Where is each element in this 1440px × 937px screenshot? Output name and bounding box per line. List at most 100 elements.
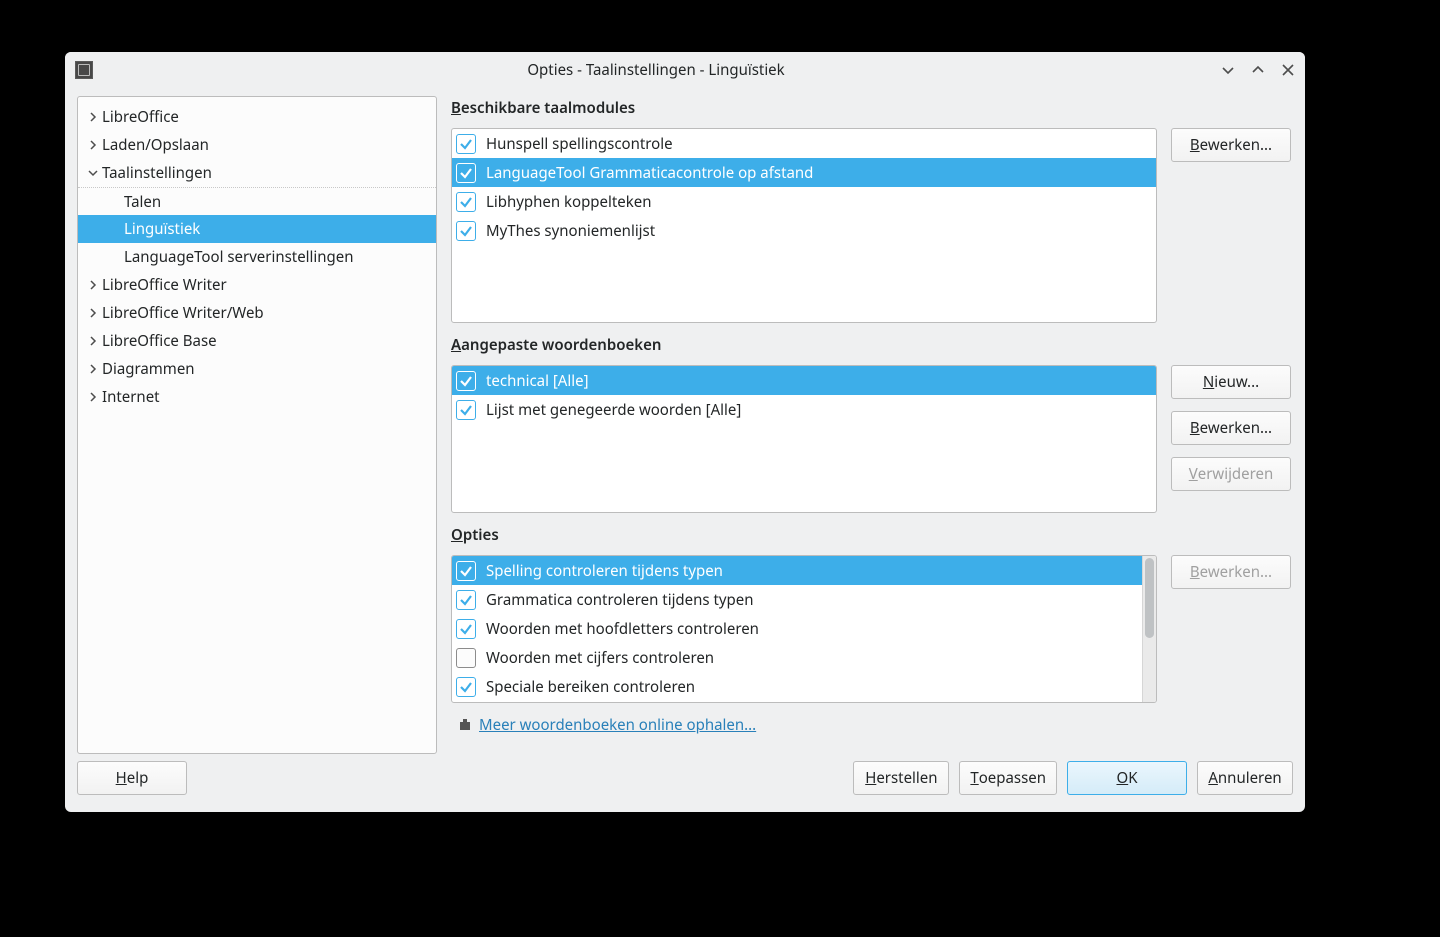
tree-item[interactable]: LibreOffice Base (78, 327, 436, 355)
section-modules: Hunspell spellingscontrole LanguageTool G… (451, 128, 1291, 323)
options-edit-button: Bewerken... (1171, 555, 1291, 589)
list-item-label: Spelling controleren tijdens typen (486, 561, 723, 581)
dicts-edit-button[interactable]: Bewerken... (1171, 411, 1291, 445)
section-dicts: technical [Alle] Lijst met genegeerde woo… (451, 365, 1291, 513)
list-item-label: LanguageTool Grammaticacontrole op afsta… (486, 163, 813, 183)
checkbox[interactable] (456, 619, 476, 639)
list-item[interactable]: Lijst met genegeerde woorden [Alle] (452, 395, 1156, 424)
category-tree[interactable]: LibreOffice Laden/Opslaan Taalinstellingen… (77, 96, 437, 754)
tree-item[interactable]: Internet (78, 383, 436, 411)
list-item-label: Hunspell spellingscontrole (486, 134, 673, 154)
more-dicts-row: Meer woordenboeken online ophalen... (451, 715, 1291, 735)
list-item[interactable]: Spelling controleren tijdens typen (452, 556, 1142, 585)
checkbox[interactable] (456, 648, 476, 668)
modules-edit-button[interactable]: Bewerken... (1171, 128, 1291, 162)
checkbox[interactable] (456, 590, 476, 610)
chevron-right-icon (88, 137, 102, 154)
tree-item-label: Diagrammen (102, 359, 195, 379)
tree-item[interactable]: Talen (78, 187, 436, 215)
checkbox[interactable] (456, 561, 476, 581)
tree-item[interactable]: LibreOffice Writer (78, 271, 436, 299)
chevron-right-icon (88, 389, 102, 406)
checkbox[interactable] (456, 677, 476, 697)
list-item-label: technical [Alle] (486, 371, 589, 391)
list-item[interactable]: Woorden met hoofdletters controleren (452, 614, 1142, 643)
list-item-label: Libhyphen koppelteken (486, 192, 651, 212)
chevron-right-icon (88, 109, 102, 126)
tree-item[interactable]: Linguïstiek (78, 215, 436, 243)
options-listbox[interactable]: Spelling controleren tijdens typen Gramma… (451, 555, 1157, 703)
titlebar: Opties - Taalinstellingen - Linguïstiek (65, 52, 1305, 88)
list-item[interactable]: Hunspell spellingscontrole (452, 129, 1156, 158)
list-item-label: MyThes synoniemenlijst (486, 221, 655, 241)
section-dicts-title: Aangepaste woordenboeken (451, 335, 1291, 355)
section-options-title: Opties (451, 525, 1291, 545)
dicts-delete-button: Verwijderen (1171, 457, 1291, 491)
checkbox[interactable] (456, 192, 476, 212)
ok-button[interactable]: OK (1067, 761, 1187, 795)
list-item-label: Speciale bereiken controleren (486, 677, 695, 697)
dialog-footer: Help Herstellen Toepassen OK Annuleren (65, 754, 1305, 812)
list-item[interactable]: Libhyphen koppelteken (452, 187, 1156, 216)
tree-item-label: Internet (102, 387, 160, 407)
list-item[interactable]: MyThes synoniemenlijst (452, 216, 1156, 245)
apply-button[interactable]: Toepassen (959, 761, 1057, 795)
tree-item[interactable]: LibreOffice Writer/Web (78, 299, 436, 327)
extension-icon (457, 717, 473, 733)
tree-item-label: Laden/Opslaan (102, 135, 209, 155)
close-button[interactable] (1279, 61, 1297, 79)
dialog-body: LibreOffice Laden/Opslaan Taalinstellingen… (65, 88, 1305, 754)
list-item[interactable]: technical [Alle] (452, 366, 1156, 395)
modules-button-col: Bewerken... (1171, 128, 1291, 162)
maximize-button[interactable] (1249, 61, 1267, 79)
list-item-label: Woorden met cijfers controleren (486, 648, 714, 668)
section-modules-title: Beschikbare taalmodules (451, 98, 1291, 118)
app-icon (75, 61, 93, 79)
window-title: Opties - Taalinstellingen - Linguïstiek (93, 60, 1219, 80)
list-item-label: Lijst met genegeerde woorden [Alle] (486, 400, 741, 420)
tree-item-label: LibreOffice Base (102, 331, 217, 351)
list-item[interactable]: Speciale bereiken controleren (452, 672, 1142, 701)
chevron-right-icon (88, 333, 102, 350)
help-button[interactable]: Help (77, 761, 187, 795)
checkbox[interactable] (456, 134, 476, 154)
minimize-button[interactable] (1219, 61, 1237, 79)
checkbox[interactable] (456, 221, 476, 241)
tree-item[interactable]: Taalinstellingen (78, 159, 436, 187)
tree-item[interactable]: Laden/Opslaan (78, 131, 436, 159)
tree-item[interactable]: LibreOffice (78, 103, 436, 131)
options-dialog: Opties - Taalinstellingen - Linguïstiek … (65, 52, 1305, 812)
tree-item[interactable]: LanguageTool serverinstellingen (78, 243, 436, 271)
dicts-new-button[interactable]: Nieuw... (1171, 365, 1291, 399)
scrollbar-thumb[interactable] (1145, 558, 1154, 638)
chevron-right-icon (88, 361, 102, 378)
list-item-label: Grammatica controleren tijdens typen (486, 590, 754, 610)
settings-panel: Beschikbare taalmodules Hunspell spellin… (451, 96, 1293, 754)
reset-button[interactable]: Herstellen (853, 761, 949, 795)
options-button-col: Bewerken... (1171, 555, 1291, 589)
checkbox[interactable] (456, 400, 476, 420)
tree-item-label: Talen (124, 192, 161, 212)
chevron-right-icon (88, 277, 102, 294)
modules-listbox[interactable]: Hunspell spellingscontrole LanguageTool G… (451, 128, 1157, 323)
chevron-down-icon (88, 165, 102, 182)
window-controls (1219, 61, 1297, 79)
list-item-label: Woorden met hoofdletters controleren (486, 619, 759, 639)
list-item[interactable]: Woorden met cijfers controleren (452, 643, 1142, 672)
tree-item[interactable]: Diagrammen (78, 355, 436, 383)
section-options: Spelling controleren tijdens typen Gramma… (451, 555, 1291, 703)
cancel-button[interactable]: Annuleren (1197, 761, 1293, 795)
checkbox[interactable] (456, 163, 476, 183)
chevron-right-icon (88, 305, 102, 322)
list-item[interactable]: Grammatica controleren tijdens typen (452, 585, 1142, 614)
options-scrollbar[interactable] (1142, 556, 1156, 702)
tree-item-label: LibreOffice (102, 107, 179, 127)
tree-item-label: Taalinstellingen (102, 163, 212, 183)
checkbox[interactable] (456, 371, 476, 391)
dicts-listbox[interactable]: technical [Alle] Lijst met genegeerde woo… (451, 365, 1157, 513)
list-item[interactable]: LanguageTool Grammaticacontrole op afsta… (452, 158, 1156, 187)
tree-item-label: LibreOffice Writer (102, 275, 227, 295)
tree-item-label: LanguageTool serverinstellingen (124, 247, 354, 267)
tree-item-label: LibreOffice Writer/Web (102, 303, 264, 323)
more-dicts-link[interactable]: Meer woordenboeken online ophalen... (479, 715, 756, 735)
